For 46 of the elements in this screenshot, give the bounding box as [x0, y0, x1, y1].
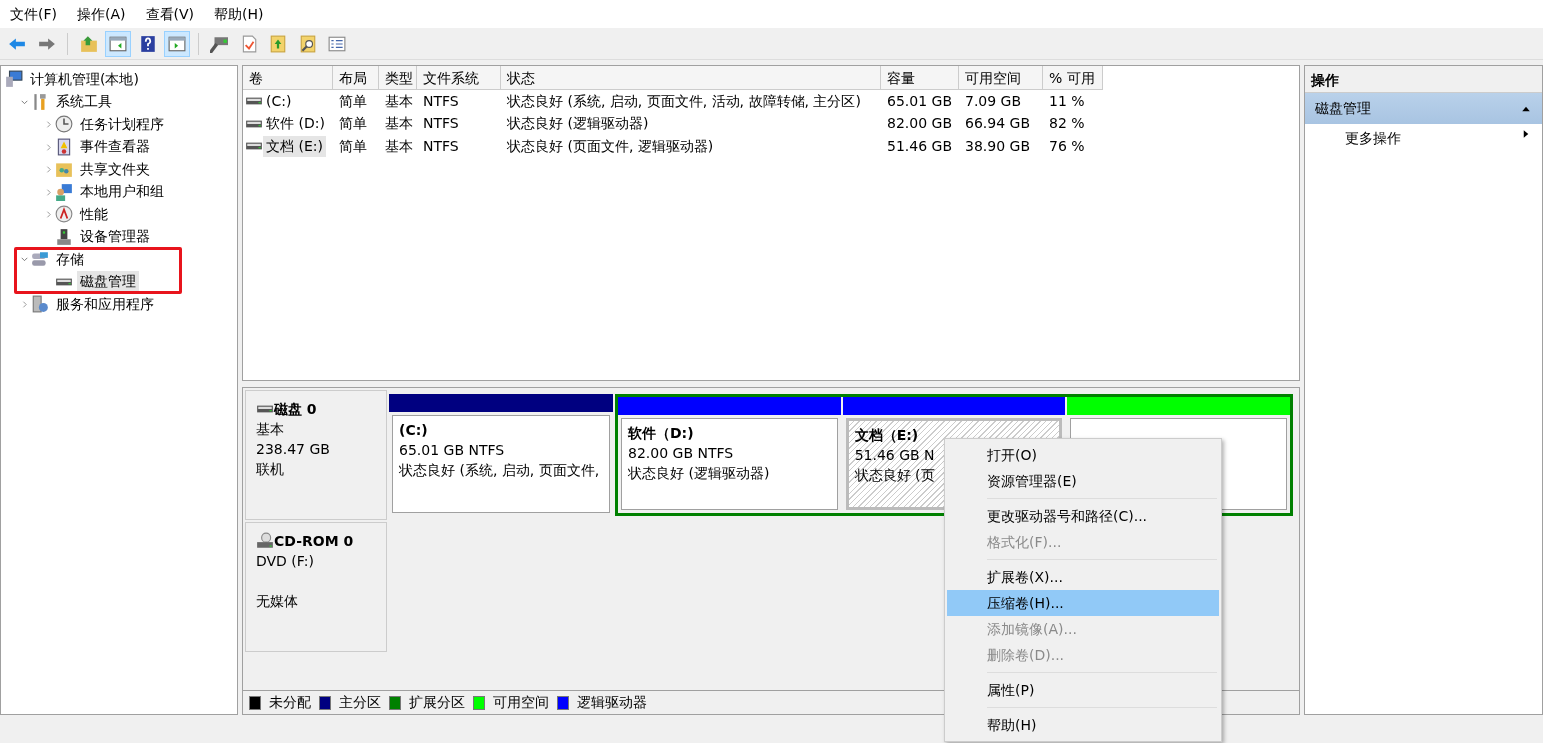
table-cell-text: NTFS	[422, 136, 460, 156]
table-cell-text: 65.01 GB	[886, 91, 953, 111]
disk-detail: 无媒体	[256, 592, 299, 611]
table-cell-text: 7.09 GB	[964, 91, 1023, 111]
legend-label: 逻辑驱动器	[577, 693, 647, 712]
legend-label: 未分配	[269, 693, 311, 712]
table-cell: 文档 (E:)	[263, 135, 326, 157]
disk-detail: DVD (F:)	[256, 552, 315, 571]
table-cell-text: 状态良好 (逻辑驱动器)	[506, 114, 650, 134]
table-cell-text: 简单	[338, 114, 368, 134]
table-cell-text: 简单	[338, 136, 368, 156]
pane-title: 操作	[1305, 66, 1542, 93]
partition-status: 状态良好 (系统, 启动, 页面文件,	[399, 461, 600, 480]
table-cell-text: 38.90 GB	[964, 136, 1031, 156]
table-cell-text: 82.00 GB	[886, 114, 953, 134]
partition-size: 65.01 GB NTFS	[399, 441, 505, 460]
legend-label: 扩展分区	[409, 693, 465, 712]
disk-detail: 238.47 GB	[256, 440, 331, 459]
table-cell-text: 基本	[384, 91, 414, 111]
table-cell-text: 简单	[338, 91, 368, 111]
partition-size: 82.00 GB NTFS	[628, 444, 734, 463]
partition-label: 文档（E:)	[854, 426, 919, 445]
disk-name: 磁盘 0	[274, 400, 317, 419]
table-cell-text: 76 %	[1048, 136, 1086, 156]
partition-status: 状态良好 (逻辑驱动器)	[628, 464, 770, 483]
table-cell-text: NTFS	[422, 114, 460, 134]
disk-name: CD-ROM 0	[274, 532, 354, 551]
table-cell-text: 状态良好 (系统, 启动, 页面文件, 活动, 故障转储, 主分区)	[506, 91, 862, 111]
table-cell-text: 66.94 GB	[964, 114, 1031, 134]
table-cell-text: 状态良好 (页面文件, 逻辑驱动器)	[506, 136, 715, 156]
disk-detail: 基本	[256, 420, 285, 439]
partition-status: 状态良好 (页	[854, 466, 935, 485]
table-cell-text: 基本	[384, 136, 414, 156]
legend-label: 主分区	[339, 693, 381, 712]
table-cell-text: 基本	[384, 114, 414, 134]
table-cell-text: (C:)	[265, 91, 293, 111]
partition-size: 51.46 GB N	[854, 446, 935, 465]
table-cell-text: 软件 (D:)	[265, 114, 326, 134]
partition-label: 软件（D:)	[628, 424, 694, 443]
table-cell-text: 11 %	[1048, 91, 1086, 111]
table-cell-text: NTFS	[422, 91, 460, 111]
partition-label: (C:)	[399, 421, 428, 440]
table-cell-text: 82 %	[1048, 114, 1086, 134]
table-cell-text: 51.46 GB	[886, 136, 953, 156]
disk-detail: 联机	[256, 460, 285, 479]
legend-label: 可用空间	[493, 693, 549, 712]
